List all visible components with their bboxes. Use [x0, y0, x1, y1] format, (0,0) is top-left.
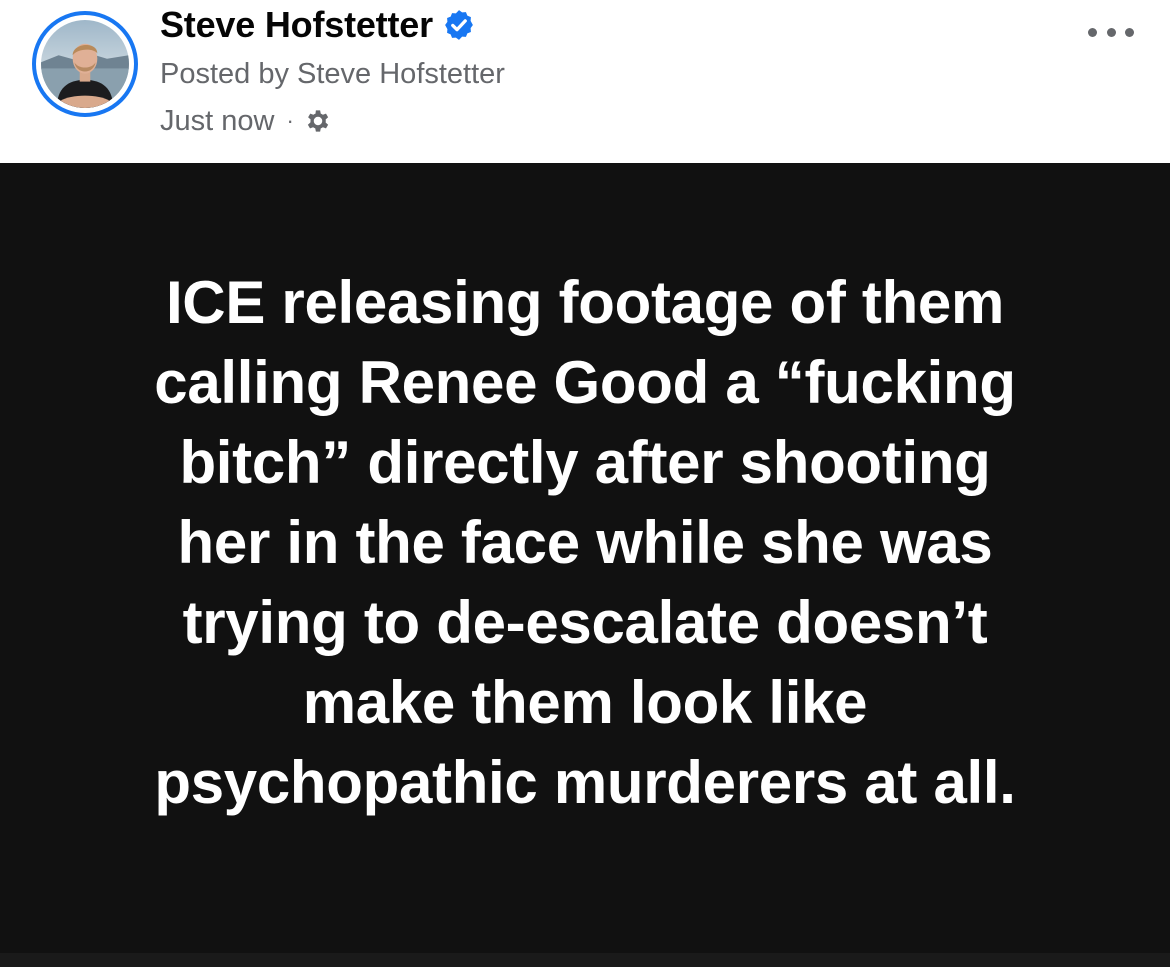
post-text-line: bitch” directly after shooting	[179, 429, 991, 496]
more-dot	[1106, 27, 1116, 37]
post-text-line: make them look like	[302, 669, 868, 736]
posted-by-label: Posted by Steve Hofstetter	[160, 58, 505, 90]
post-text-line: trying to de-escalate doesn’t	[182, 589, 988, 656]
post-header: Steve Hofstetter Posted by Steve Hofstet…	[0, 0, 1170, 163]
gear-icon[interactable]	[303, 106, 333, 136]
post-text-line: ICE releasing footage of them	[165, 269, 1005, 336]
author-row: Steve Hofstetter	[160, 4, 476, 46]
verified-badge-icon	[442, 8, 476, 42]
post-timestamp[interactable]: Just now	[160, 105, 274, 138]
post-text-line: her in the face while she was	[177, 509, 993, 576]
author-name[interactable]: Steve Hofstetter	[160, 4, 433, 46]
avatar-image	[41, 20, 129, 108]
more-dot	[1088, 27, 1097, 37]
post-meta: Just now ·	[160, 102, 333, 140]
card-bottom-edge	[0, 953, 1170, 967]
more-options-icon[interactable]	[1088, 20, 1134, 44]
post-text-line: psychopathic murderers at all.	[154, 749, 1016, 816]
facebook-post: Steve Hofstetter Posted by Steve Hofstet…	[0, 0, 1170, 967]
post-text: ICE releasing footage of them calling Re…	[65, 263, 1105, 823]
profile-avatar[interactable]	[32, 11, 138, 117]
post-text-card: ICE releasing footage of them calling Re…	[0, 163, 1170, 953]
meta-separator: ·	[286, 108, 294, 133]
post-text-line: calling Renee Good a “fucking	[154, 349, 1016, 416]
more-dot	[1125, 27, 1134, 37]
